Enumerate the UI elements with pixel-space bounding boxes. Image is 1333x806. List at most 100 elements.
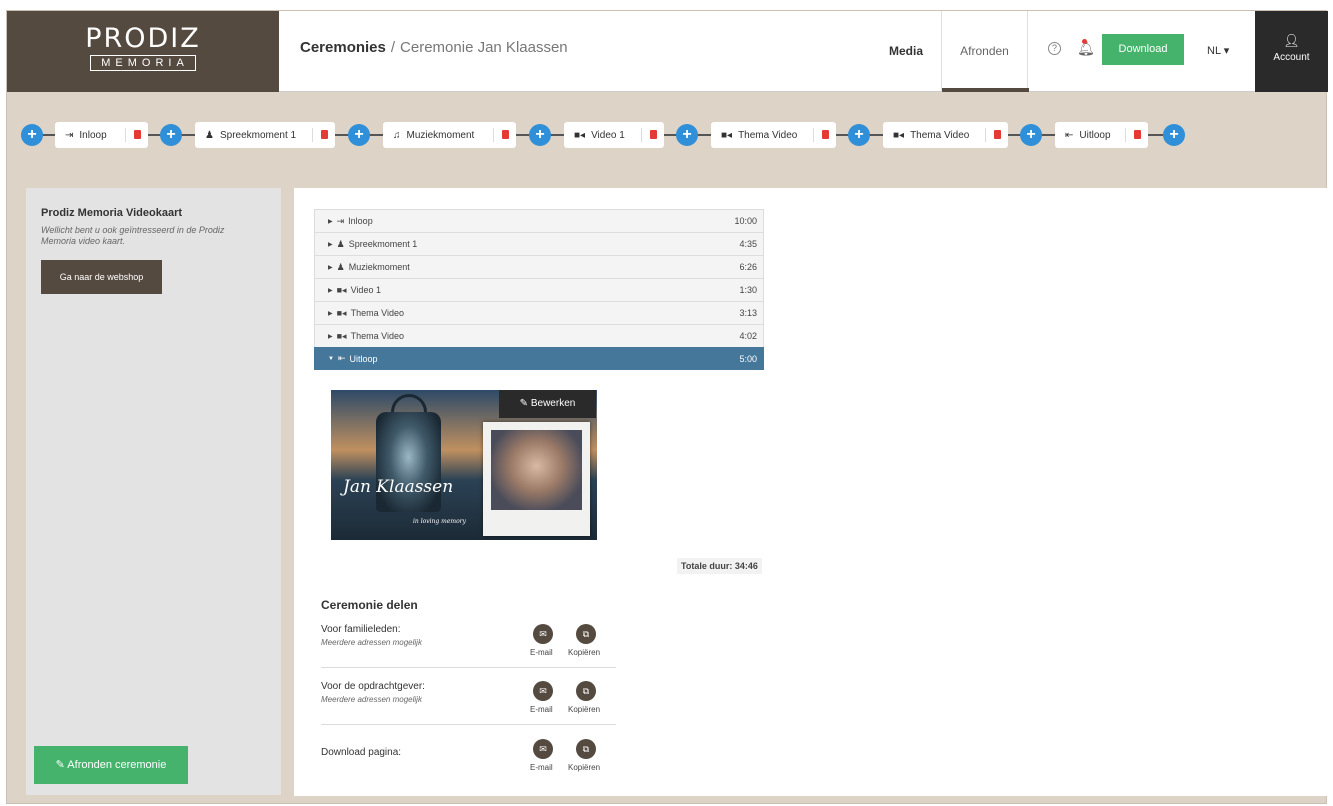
accordion-duration: 4:35 (739, 239, 757, 249)
copy-icon[interactable]: ⧉ (576, 739, 596, 759)
user-icon: ♟ (205, 129, 214, 141)
app-frame: PRODIZ MEMORIA Ceremonies / Ceremonie Jan … (6, 10, 1328, 804)
copy-icon[interactable]: ⧉ (576, 624, 596, 644)
accordion-row[interactable]: ▶ ■◂ Thema Video 3:13 (314, 301, 764, 324)
video-icon: ■◂ (336, 284, 347, 295)
divider (321, 724, 616, 725)
breadcrumb-root[interactable]: Ceremonies (300, 39, 386, 56)
nav-media[interactable]: Media (889, 44, 923, 58)
accordion-duration: 4:02 (739, 331, 757, 341)
add-segment-button[interactable]: + (676, 124, 698, 146)
segment-divider (312, 128, 313, 142)
caret-right-icon: ▶ (328, 310, 333, 317)
email-label: E-mail (530, 763, 553, 772)
logo[interactable]: PRODIZ MEMORIA (7, 11, 279, 92)
accordion-duration: 3:13 (739, 308, 757, 318)
accordion-duration: 5:00 (739, 354, 757, 364)
timeline-segment[interactable]: ■◂ Thema Video (711, 122, 836, 148)
sign-in-icon: ⇥ (336, 215, 345, 226)
edit-button[interactable]: ✎ Bewerken (499, 390, 596, 418)
accordion-row[interactable]: ▶ ⇥ Inloop 10:00 (314, 209, 764, 232)
accordion-row-active[interactable]: ▼ ⇤ Uitloop 5:00 (314, 347, 764, 370)
timeline-segment[interactable]: ⇥ Inloop (55, 122, 148, 148)
accordion-row[interactable]: ▶ ■◂ Thema Video 4:02 (314, 324, 764, 347)
video-icon: ■◂ (574, 129, 586, 141)
portrait-frame (483, 422, 590, 536)
timeline-segment[interactable]: ♟ Spreekmoment 1 (195, 122, 335, 148)
accordion-label: Uitloop (349, 353, 378, 364)
webshop-button[interactable]: Ga naar de webshop (41, 260, 162, 294)
edit-label: Bewerken (530, 398, 576, 409)
add-segment-button[interactable]: + (348, 124, 370, 146)
sign-out-icon: ⇤ (337, 353, 346, 363)
add-segment-button[interactable]: + (1020, 124, 1042, 146)
trash-icon[interactable] (1134, 130, 1141, 139)
trash-icon[interactable] (134, 130, 141, 139)
email-label: E-mail (530, 648, 553, 657)
user-icon: ♟ (336, 238, 345, 249)
download-button[interactable]: Download (1102, 34, 1184, 65)
trash-icon[interactable] (822, 130, 829, 139)
finish-ceremony-button[interactable]: ✎ Afronden ceremonie (34, 746, 188, 784)
copy-icon[interactable]: ⧉ (576, 681, 596, 701)
share-row: Download pagina: ✉ E-mail ⧉ Kopiëren (321, 739, 616, 784)
sign-in-icon: ⇥ (65, 129, 74, 141)
logo-title: PRODIZ (85, 23, 201, 54)
trash-icon[interactable] (502, 130, 509, 139)
user-icon: ♟ (336, 261, 345, 272)
accordion-duration: 1:30 (739, 285, 757, 295)
segment-divider (493, 128, 494, 142)
trash-icon[interactable] (994, 130, 1001, 139)
total-duration: Totale duur: 34:46 (677, 558, 762, 574)
email-icon[interactable]: ✉ (533, 624, 553, 644)
caret-right-icon: ▶ (328, 287, 333, 294)
help-icon[interactable]: ? (1048, 42, 1061, 55)
language-selector[interactable]: NL ▾ (1207, 44, 1229, 57)
segment-label: Inloop (79, 129, 107, 141)
accordion-label: Muziekmoment (348, 262, 410, 272)
add-segment-button[interactable]: + (848, 124, 870, 146)
notification-dot (1082, 39, 1087, 44)
accordion-row[interactable]: ▶ ♟ Spreekmoment 1 4:35 (314, 232, 764, 255)
add-segment-button[interactable]: + (160, 124, 182, 146)
pencil-icon: ✎ (519, 398, 531, 409)
account-button[interactable]: 👤︎ Account (1255, 11, 1328, 92)
timeline-segment[interactable]: ♫ Muziekmoment (383, 122, 516, 148)
breadcrumb-separator: / (390, 39, 396, 56)
accordion-row[interactable]: ▶ ♟ Muziekmoment 6:26 (314, 255, 764, 278)
accordion-label: Thema Video (350, 308, 404, 318)
email-icon[interactable]: ✉ (533, 681, 553, 701)
timeline-segment[interactable]: ⇤ Uitloop (1055, 122, 1148, 148)
timeline-segment[interactable]: ■◂ Thema Video (883, 122, 1008, 148)
segment-divider (1125, 128, 1126, 142)
caret-right-icon: ▶ (328, 241, 333, 248)
accordion-row[interactable]: ▶ ■◂ Video 1 1:30 (314, 278, 764, 301)
top-header: PRODIZ MEMORIA Ceremonies / Ceremonie Jan … (7, 11, 1328, 92)
add-segment-button[interactable]: + (1163, 124, 1185, 146)
trash-icon[interactable] (321, 130, 328, 139)
trash-icon[interactable] (650, 130, 657, 139)
user-icon: 👤︎ (1283, 33, 1300, 48)
segment-label: Thema Video (910, 129, 970, 141)
add-segment-button[interactable]: + (21, 124, 43, 146)
timeline-segment[interactable]: ■◂ Video 1 (564, 122, 664, 148)
segment-label: Thema Video (738, 129, 798, 141)
segment-accordion: ▶ ⇥ Inloop 10:00 ▶ ♟ Spreekmoment 1 4:35… (314, 209, 764, 370)
share-row-sub: Meerdere adressen mogelijk (321, 695, 422, 704)
video-icon: ■◂ (336, 307, 347, 318)
accordion-duration: 6:26 (739, 262, 757, 272)
divider (321, 667, 616, 668)
add-segment-button[interactable]: + (529, 124, 551, 146)
email-icon[interactable]: ✉ (533, 739, 553, 759)
video-icon: ■◂ (336, 330, 347, 341)
share-row-label: Voor de opdrachtgever: (321, 681, 425, 692)
preview-subtitle-text: in loving memory (413, 518, 466, 525)
edit-icon: ✎ (55, 759, 68, 771)
nav-afronden[interactable]: Afronden (941, 11, 1029, 92)
portrait-photo (491, 430, 582, 510)
nav-afronden-label: Afronden (960, 44, 1009, 58)
share-row: Voor familieleden: Meerdere adressen mog… (321, 624, 616, 669)
email-label: E-mail (530, 705, 553, 714)
copy-label: Kopiëren (568, 705, 601, 714)
accordion-label: Thema Video (350, 331, 404, 341)
